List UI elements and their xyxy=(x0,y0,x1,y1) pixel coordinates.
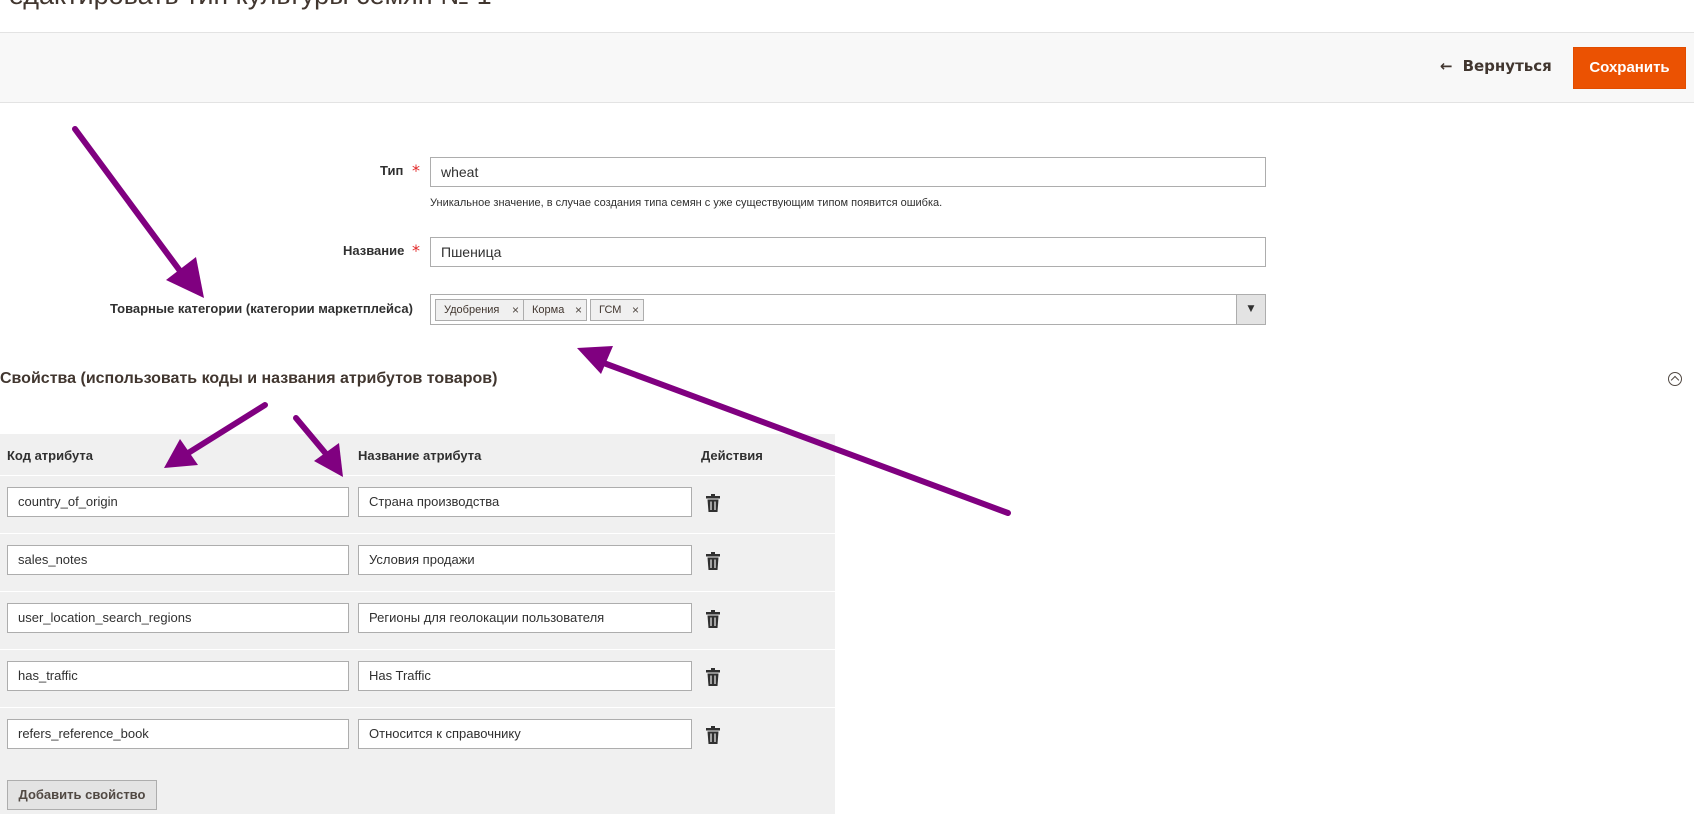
back-button[interactable]: ← Вернуться xyxy=(1440,57,1552,75)
type-note: Уникальное значение, в случае создания т… xyxy=(430,197,943,209)
remove-chip-icon[interactable]: × xyxy=(575,300,582,320)
table-row: country_of_origin Страна производства xyxy=(0,475,835,534)
header-actions: Действия xyxy=(701,448,763,463)
table-row: refers_reference_book Относится к справо… xyxy=(0,707,835,766)
category-chip-label: Удобрения xyxy=(444,304,500,316)
arrow-left-icon: ← xyxy=(1440,57,1453,75)
chevron-up-icon[interactable] xyxy=(1668,372,1682,386)
category-chip: Корма × xyxy=(523,299,587,321)
attribute-name-input[interactable]: Has Traffic xyxy=(358,661,692,691)
name-label: Название xyxy=(343,243,405,258)
caret-down-icon[interactable]: ▼ xyxy=(1236,295,1265,324)
table-row: has_traffic Has Traffic xyxy=(0,649,835,708)
trash-icon[interactable] xyxy=(706,552,720,570)
annotation-arrowhead xyxy=(166,257,204,298)
name-input[interactable]: Пшеница xyxy=(430,237,1266,267)
attribute-name-input[interactable]: Страна производства xyxy=(358,487,692,517)
attribute-code-input[interactable]: country_of_origin xyxy=(7,487,349,517)
header-attribute-code: Код атрибута xyxy=(7,448,93,463)
attributes-table: Код атрибута Название атрибута Действия … xyxy=(0,434,835,814)
trash-icon[interactable] xyxy=(706,494,720,512)
category-chip-label: ГСМ xyxy=(599,304,622,316)
type-input[interactable]: wheat xyxy=(430,157,1266,187)
properties-section-title: Свойства (использовать коды и названия а… xyxy=(0,370,498,387)
attribute-code-input[interactable]: sales_notes xyxy=(7,545,349,575)
remove-chip-icon[interactable]: × xyxy=(512,300,519,320)
save-button[interactable]: Сохранить xyxy=(1573,47,1686,89)
table-row: user_location_search_regions Регионы для… xyxy=(0,591,835,650)
attribute-code-input[interactable]: refers_reference_book xyxy=(7,719,349,749)
attribute-name-input[interactable]: Условия продажи xyxy=(358,545,692,575)
name-required-mark: * xyxy=(412,241,420,260)
add-property-button[interactable]: Добавить свойство xyxy=(7,780,157,810)
category-chip-label: Корма xyxy=(532,304,565,316)
annotation-arrowhead xyxy=(577,346,613,374)
trash-icon[interactable] xyxy=(706,610,720,628)
attribute-name-input[interactable]: Регионы для геолокации пользователя xyxy=(358,603,692,633)
trash-icon[interactable] xyxy=(706,668,720,686)
type-label: Тип xyxy=(380,163,404,178)
categories-multiselect[interactable]: Удобрения × Корма × ГСМ × ▼ xyxy=(430,294,1266,325)
page-actions-bar: ← Вернуться Сохранить xyxy=(0,32,1694,103)
back-button-label: Вернуться xyxy=(1462,57,1552,75)
type-required-mark: * xyxy=(412,161,420,180)
table-row: sales_notes Условия продажи xyxy=(0,533,835,592)
attribute-name-input[interactable]: Относится к справочнику xyxy=(358,719,692,749)
header-attribute-name: Название атрибута xyxy=(358,448,482,463)
categories-label: Товарные категории (категории маркетплей… xyxy=(110,301,413,316)
trash-icon[interactable] xyxy=(706,726,720,744)
annotation-arrow xyxy=(72,126,189,282)
category-chip: ГСМ × xyxy=(590,299,644,321)
remove-chip-icon[interactable]: × xyxy=(632,300,639,320)
category-chip: Удобрения × xyxy=(435,299,524,321)
attribute-code-input[interactable]: user_location_search_regions xyxy=(7,603,349,633)
attribute-code-input[interactable]: has_traffic xyxy=(7,661,349,691)
page-title: Редактировать тип культуры семян № 1 xyxy=(0,0,492,11)
